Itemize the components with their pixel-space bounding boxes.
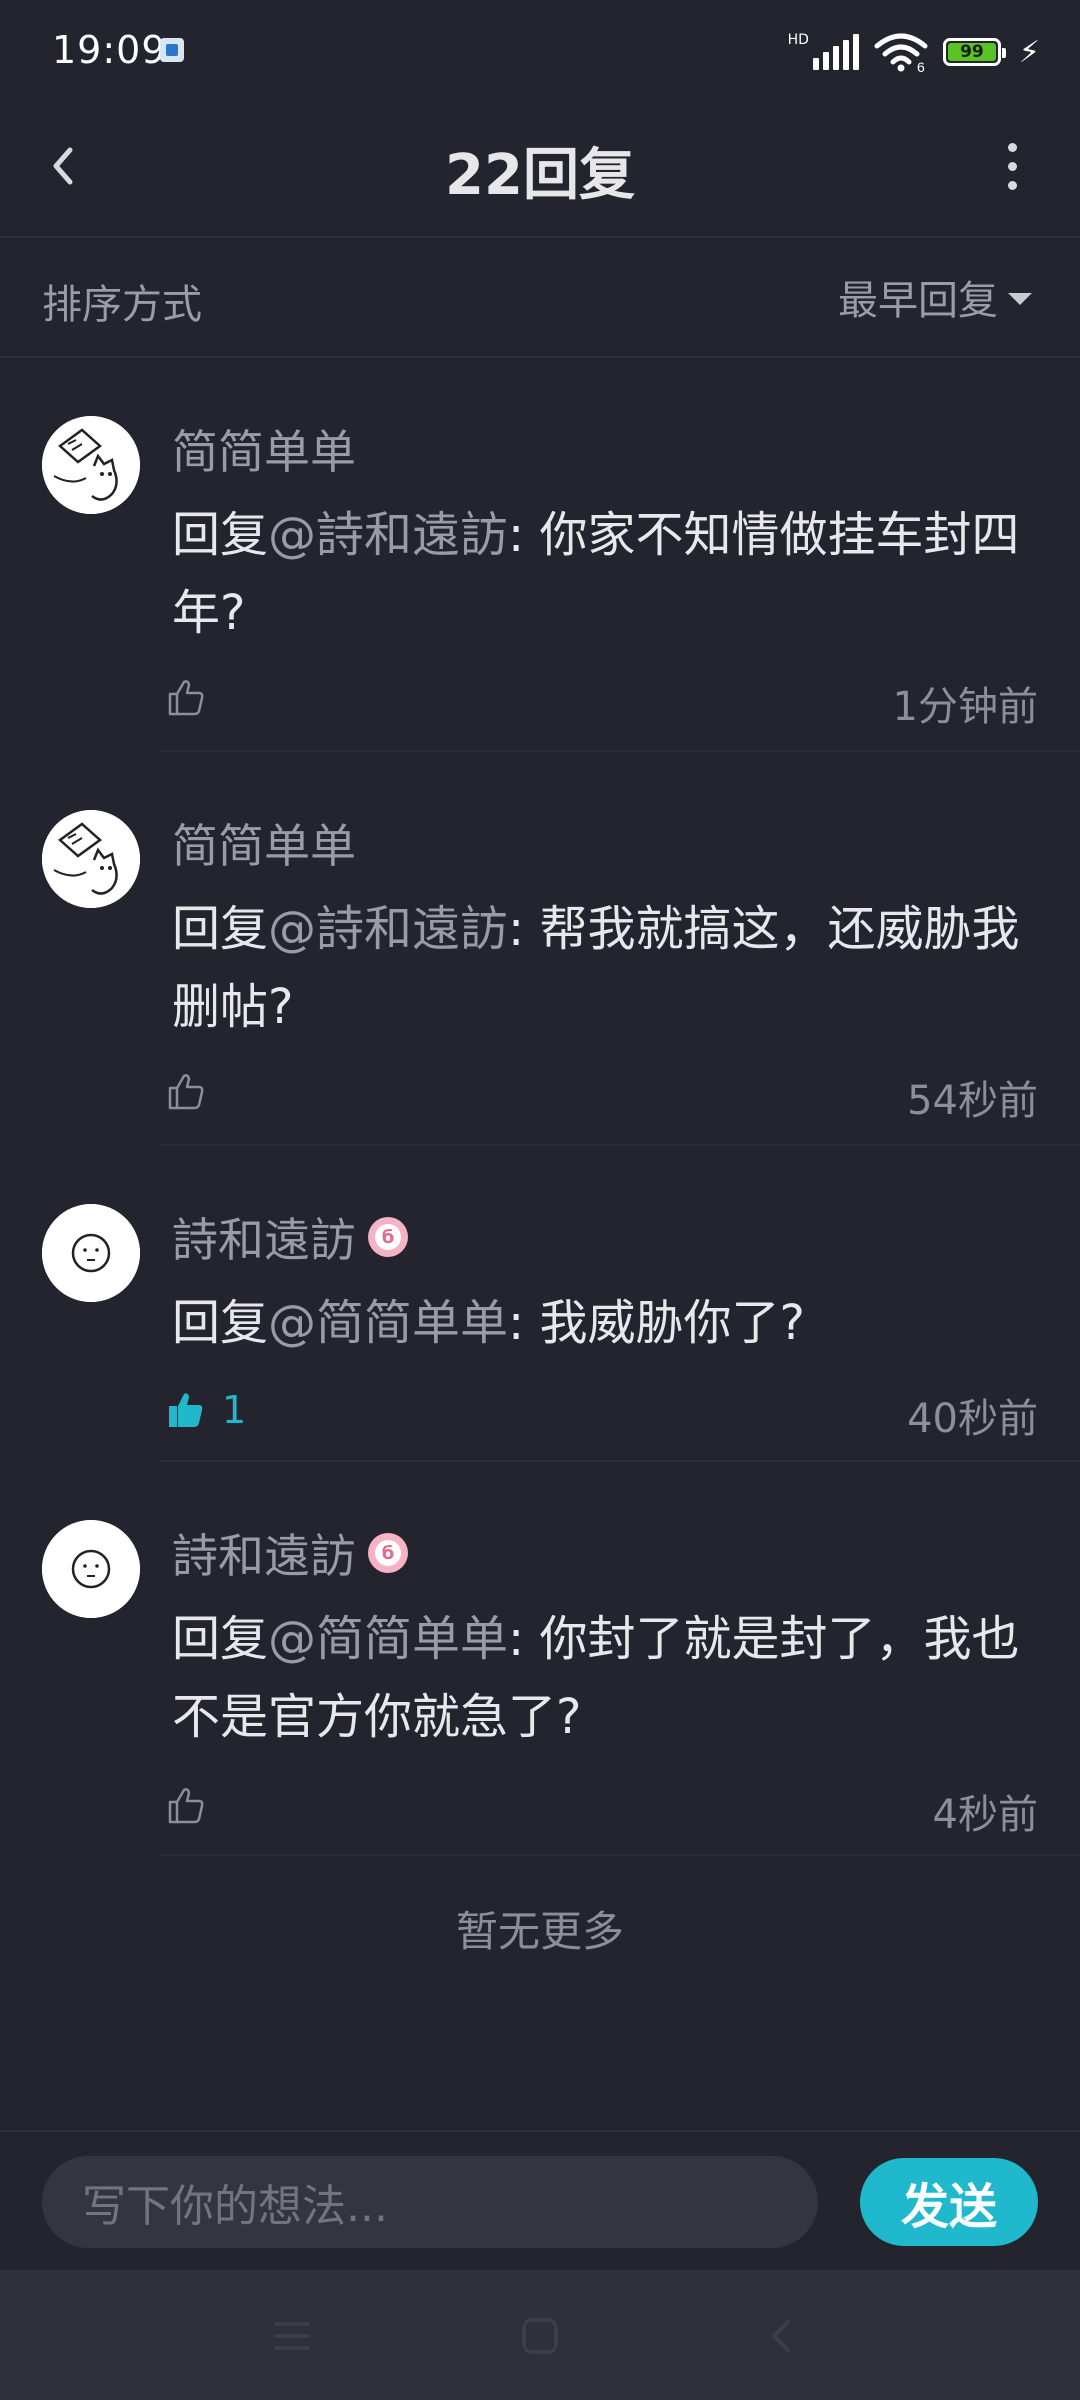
- author-name: 简简单单: [172, 425, 356, 479]
- app-notification-icon: [160, 38, 184, 62]
- system-nav-bar: [0, 2270, 1080, 2400]
- like-count: 1: [222, 1388, 247, 1432]
- reply-input[interactable]: 写下你的想法...: [42, 2156, 818, 2248]
- menu-icon: [274, 2322, 310, 2350]
- status-time: 19:09: [52, 28, 167, 72]
- divider: [160, 1460, 1080, 1462]
- charging-icon: ⚡: [1018, 34, 1040, 70]
- comment-author[interactable]: 詩和遠訪 б: [172, 1204, 408, 1270]
- status-icons: HD 6 99 ⚡: [788, 30, 1040, 74]
- comment-text: 回复@简简单单: 我威胁你了?: [172, 1284, 1032, 1362]
- hd-indicator: HD: [787, 32, 809, 48]
- mention-link[interactable]: @简简单单: [268, 1611, 508, 1667]
- sort-label: 排序方式: [42, 282, 202, 328]
- divider: [160, 1144, 1080, 1146]
- wifi-6-label: 6: [917, 59, 925, 72]
- reply-prefix: 回复: [172, 1295, 269, 1351]
- back-arrow-icon: [772, 2320, 790, 2352]
- like-button[interactable]: [164, 1070, 222, 1114]
- send-button[interactable]: 发送: [860, 2158, 1038, 2246]
- author-name: 詩和遠訪: [172, 1529, 356, 1583]
- more-dot: [1007, 161, 1017, 171]
- more-dot: [1007, 180, 1017, 190]
- face-avatar-icon: [42, 1204, 140, 1302]
- recents-button[interactable]: [262, 2306, 322, 2366]
- comment-author[interactable]: 简简单单: [172, 810, 356, 876]
- home-button[interactable]: [510, 2306, 570, 2366]
- comment-text: 回复@简简单单: 你封了就是封了，我也不是官方你就急了?: [172, 1600, 1032, 1756]
- top-nav-bar: 22回复: [0, 100, 1080, 238]
- author-name: 简简单单: [172, 819, 356, 873]
- like-button[interactable]: [164, 1784, 222, 1828]
- mention-link[interactable]: @简简单单: [268, 1295, 508, 1351]
- no-more-label: 暂无更多: [455, 1907, 624, 1956]
- avatar[interactable]: [42, 1520, 140, 1618]
- battery-level: 99: [947, 42, 996, 62]
- thumbs-up-filled-icon: [169, 1393, 203, 1427]
- cat-avatar-icon: [42, 810, 140, 908]
- battery-icon: 99: [942, 38, 1006, 66]
- sort-selected-value: 最早回复: [838, 278, 998, 324]
- comment-text: 回复@詩和遠訪: 帮我就搞这，还威胁我删帖?: [172, 890, 1032, 1046]
- comment-author[interactable]: 詩和遠訪 б: [172, 1520, 408, 1586]
- mention-link[interactable]: @詩和遠訪: [268, 901, 508, 957]
- avatar[interactable]: [42, 810, 140, 908]
- avatar[interactable]: [42, 416, 140, 514]
- comment-body: : 我威胁你了?: [508, 1295, 805, 1351]
- thumbs-up-outline-icon: [168, 1788, 204, 1824]
- caret-down-icon: [1008, 293, 1032, 305]
- home-square-icon: [522, 2318, 558, 2354]
- thumbs-up-outline-icon: [168, 680, 204, 716]
- wifi-icon: 6: [873, 32, 929, 72]
- signal-icon: [812, 34, 859, 70]
- like-button[interactable]: 1: [164, 1388, 246, 1432]
- face-avatar-icon: [42, 1520, 140, 1618]
- avatar[interactable]: [42, 1204, 140, 1302]
- author-name: 詩和遠訪: [172, 1213, 356, 1267]
- level-badge-icon: б: [368, 1217, 408, 1257]
- screen: 19:09 HD 6 99 ⚡ 22回复 排序方式 最早回复 简简单单 回复@詩…: [0, 0, 1080, 2400]
- status-bar: 19:09 HD 6 99 ⚡: [0, 0, 1080, 100]
- level-badge-icon: б: [368, 1533, 408, 1573]
- comment-time: 40秒前: [907, 1396, 1038, 1442]
- system-back-button[interactable]: [752, 2306, 812, 2366]
- sort-dropdown[interactable]: 最早回复: [838, 268, 1032, 326]
- more-options-button[interactable]: [974, 128, 1050, 204]
- mention-link[interactable]: @詩和遠訪: [268, 507, 508, 563]
- reply-composer: 写下你的想法... 发送: [0, 2130, 1080, 2272]
- page-title: 22回复: [445, 143, 635, 208]
- thumbs-up-outline-icon: [168, 1074, 204, 1110]
- comment-time: 1分钟前: [892, 684, 1038, 730]
- sort-bar: 排序方式 最早回复: [0, 238, 1080, 358]
- comment-author[interactable]: 简简单单: [172, 416, 356, 482]
- more-dot: [1007, 142, 1017, 152]
- reply-prefix: 回复: [172, 901, 269, 957]
- reply-prefix: 回复: [172, 1611, 269, 1667]
- comment-time: 54秒前: [907, 1078, 1038, 1124]
- reply-prefix: 回复: [172, 507, 269, 563]
- comment-time: 4秒前: [932, 1792, 1038, 1838]
- comment-text: 回复@詩和遠訪: 你家不知情做挂车封四年?: [172, 496, 1032, 652]
- like-button[interactable]: [164, 676, 222, 720]
- divider: [160, 750, 1080, 752]
- cat-avatar-icon: [42, 416, 140, 514]
- divider: [160, 1854, 1080, 1856]
